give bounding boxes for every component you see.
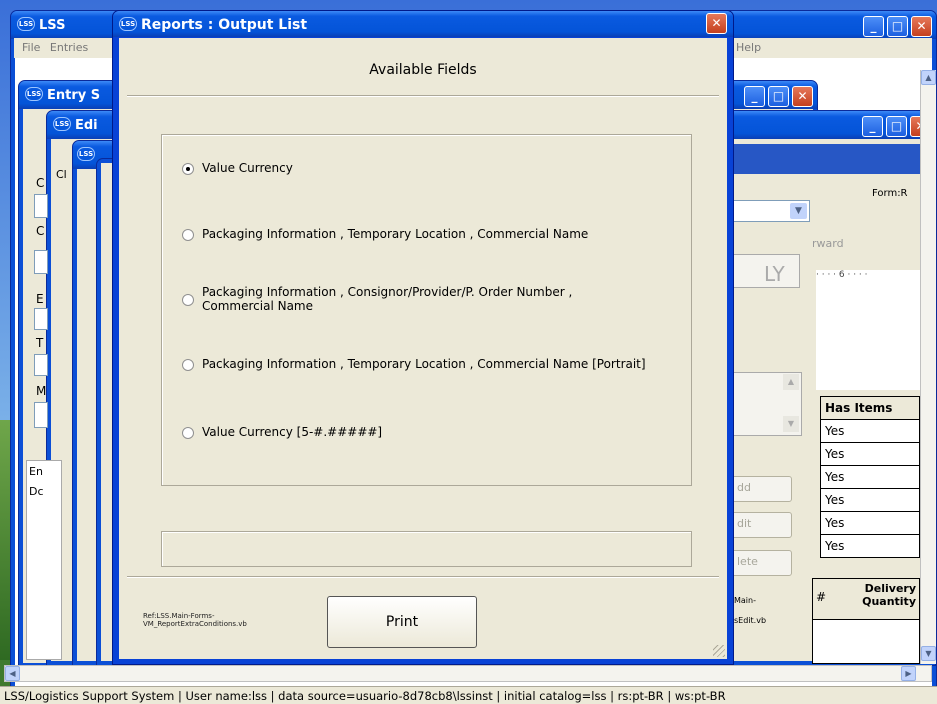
close-button[interactable]: ✕: [911, 16, 932, 37]
delete-button[interactable]: lete: [730, 550, 792, 576]
menu-file[interactable]: File: [22, 41, 40, 54]
status-bar: LSS/Logistics Support System | User name…: [0, 686, 937, 704]
radio-icon[interactable]: [182, 427, 194, 439]
left-label-e: E: [36, 292, 44, 306]
ruler-area: [816, 286, 920, 390]
left-label-c: C: [36, 176, 45, 190]
option-packaging-consignor[interactable]: Packaging Information , Consignor/Provid…: [182, 285, 672, 313]
chevron-down-icon[interactable]: ▼: [790, 203, 807, 219]
menu-entries[interactable]: Entries: [50, 41, 88, 54]
option-label: Packaging Information , Temporary Locati…: [202, 227, 589, 241]
edit-minimize-button[interactable]: _: [862, 116, 883, 137]
option-label: Packaging Information , Temporary Locati…: [202, 357, 646, 371]
option-label: Value Currency [5-#.#####]: [202, 425, 383, 439]
right-ref-main: Main-: [734, 596, 756, 605]
minimize-button[interactable]: _: [863, 16, 884, 37]
option-value-currency[interactable]: Value Currency: [182, 161, 672, 175]
right-ref-file: sEdit.vb: [734, 616, 767, 625]
edit-blue-band: [730, 144, 932, 174]
ly-text: LY: [764, 262, 785, 286]
option-label: Packaging Information , Consignor/Provid…: [202, 285, 573, 313]
maximize-button[interactable]: □: [887, 16, 908, 37]
grid-header-has-items[interactable]: Has Items: [820, 396, 920, 420]
left-label-cl: Cl: [56, 168, 67, 181]
dialog-title-bar[interactable]: LSS Reports : Output List: [113, 11, 733, 37]
radio-icon[interactable]: [182, 229, 194, 241]
option-packaging-portrait[interactable]: Packaging Information , Temporary Locati…: [182, 357, 672, 371]
lss-logo-icon: LSS: [77, 147, 95, 161]
extra-field-box: [161, 531, 692, 567]
grid2-col-delivery: Delivery Quantity: [862, 582, 916, 608]
reports-dialog: LSS Reports : Output List ✕ Available Fie…: [112, 10, 734, 665]
left-list-item-dc: Dc: [29, 485, 44, 498]
footer-separator: [127, 576, 719, 578]
grid-cell[interactable]: Yes: [820, 442, 920, 466]
forward-label: rward: [812, 237, 844, 250]
main-window-title: LSS: [39, 18, 66, 33]
dialog-title: Reports : Output List: [141, 17, 308, 33]
chevron-down-icon[interactable]: ▼: [783, 416, 799, 432]
left-field-1[interactable]: [34, 194, 48, 218]
left-label-t: T: [36, 336, 44, 350]
print-button[interactable]: Print: [327, 596, 477, 648]
main-horizontal-scrollbar[interactable]: ◀ ▶: [4, 665, 932, 682]
entry-window-title: Entry S: [47, 88, 101, 103]
left-field-2[interactable]: [34, 250, 48, 274]
scroll-right-arrow-icon[interactable]: ▶: [901, 666, 916, 681]
option-packaging-temp-location[interactable]: Packaging Information , Temporary Locati…: [182, 227, 672, 241]
edit-window-title: Edi: [75, 118, 98, 133]
radio-icon[interactable]: [182, 359, 194, 371]
lss-logo-icon: LSS: [17, 17, 35, 31]
entry-maximize-button[interactable]: □: [768, 86, 789, 107]
ruler: · · · · 6 · · · ·: [816, 270, 920, 286]
resize-grip-icon[interactable]: [713, 645, 725, 657]
grid2-body: [812, 620, 920, 664]
grid-cell[interactable]: Yes: [820, 511, 920, 535]
radio-selected-icon[interactable]: [182, 163, 194, 175]
entry-close-button[interactable]: ✕: [792, 86, 813, 107]
chevron-up-icon[interactable]: ▲: [783, 374, 799, 390]
left-field-4[interactable]: [34, 354, 48, 376]
grid-cell[interactable]: Yes: [820, 419, 920, 443]
menu-help[interactable]: Help: [736, 41, 761, 54]
scroll-left-arrow-icon[interactable]: ◀: [5, 666, 20, 681]
left-list-item-en: En: [29, 465, 43, 478]
ref-line-2: VM_ReportExtraConditions.vb: [143, 620, 247, 628]
scroll-up-arrow-icon[interactable]: ▲: [921, 70, 936, 85]
lss-logo-icon: LSS: [53, 117, 71, 131]
main-vertical-scrollbar[interactable]: ▲ ▼: [920, 70, 936, 664]
items-grid[interactable]: Has Items Yes Yes Yes Yes Yes Yes: [820, 396, 920, 558]
form-label: Form:R: [872, 188, 908, 199]
grid-cell[interactable]: Yes: [820, 465, 920, 489]
header-separator: [127, 95, 719, 97]
radio-icon[interactable]: [182, 294, 194, 306]
left-field-5[interactable]: [34, 402, 48, 428]
grid2-col-hash: #: [816, 590, 827, 604]
left-label-m: M: [36, 384, 47, 398]
entry-minimize-button[interactable]: _: [744, 86, 765, 107]
add-button[interactable]: dd: [730, 476, 792, 502]
dialog-close-button[interactable]: ✕: [706, 13, 727, 34]
dialog-client: Available Fields Value Currency Packagin…: [119, 38, 727, 659]
grid-cell[interactable]: Yes: [820, 534, 920, 558]
grid-cell[interactable]: Yes: [820, 488, 920, 512]
options-group: Value Currency Packaging Information , T…: [161, 134, 692, 486]
option-label: Value Currency: [202, 161, 293, 175]
edit-button[interactable]: dit: [730, 512, 792, 538]
available-fields-heading: Available Fields: [369, 62, 477, 78]
scroll-down-arrow-icon[interactable]: ▼: [921, 646, 936, 661]
edit-maximize-button[interactable]: □: [886, 116, 907, 137]
left-label-c2: C: [36, 224, 45, 238]
left-field-3[interactable]: [34, 308, 48, 330]
option-value-currency-format[interactable]: Value Currency [5-#.#####]: [182, 425, 672, 439]
lss-logo-icon: LSS: [119, 17, 137, 31]
lss-logo-icon: LSS: [25, 87, 43, 101]
ref-line-1: Ref:LSS.Main-Forms-: [143, 612, 215, 620]
